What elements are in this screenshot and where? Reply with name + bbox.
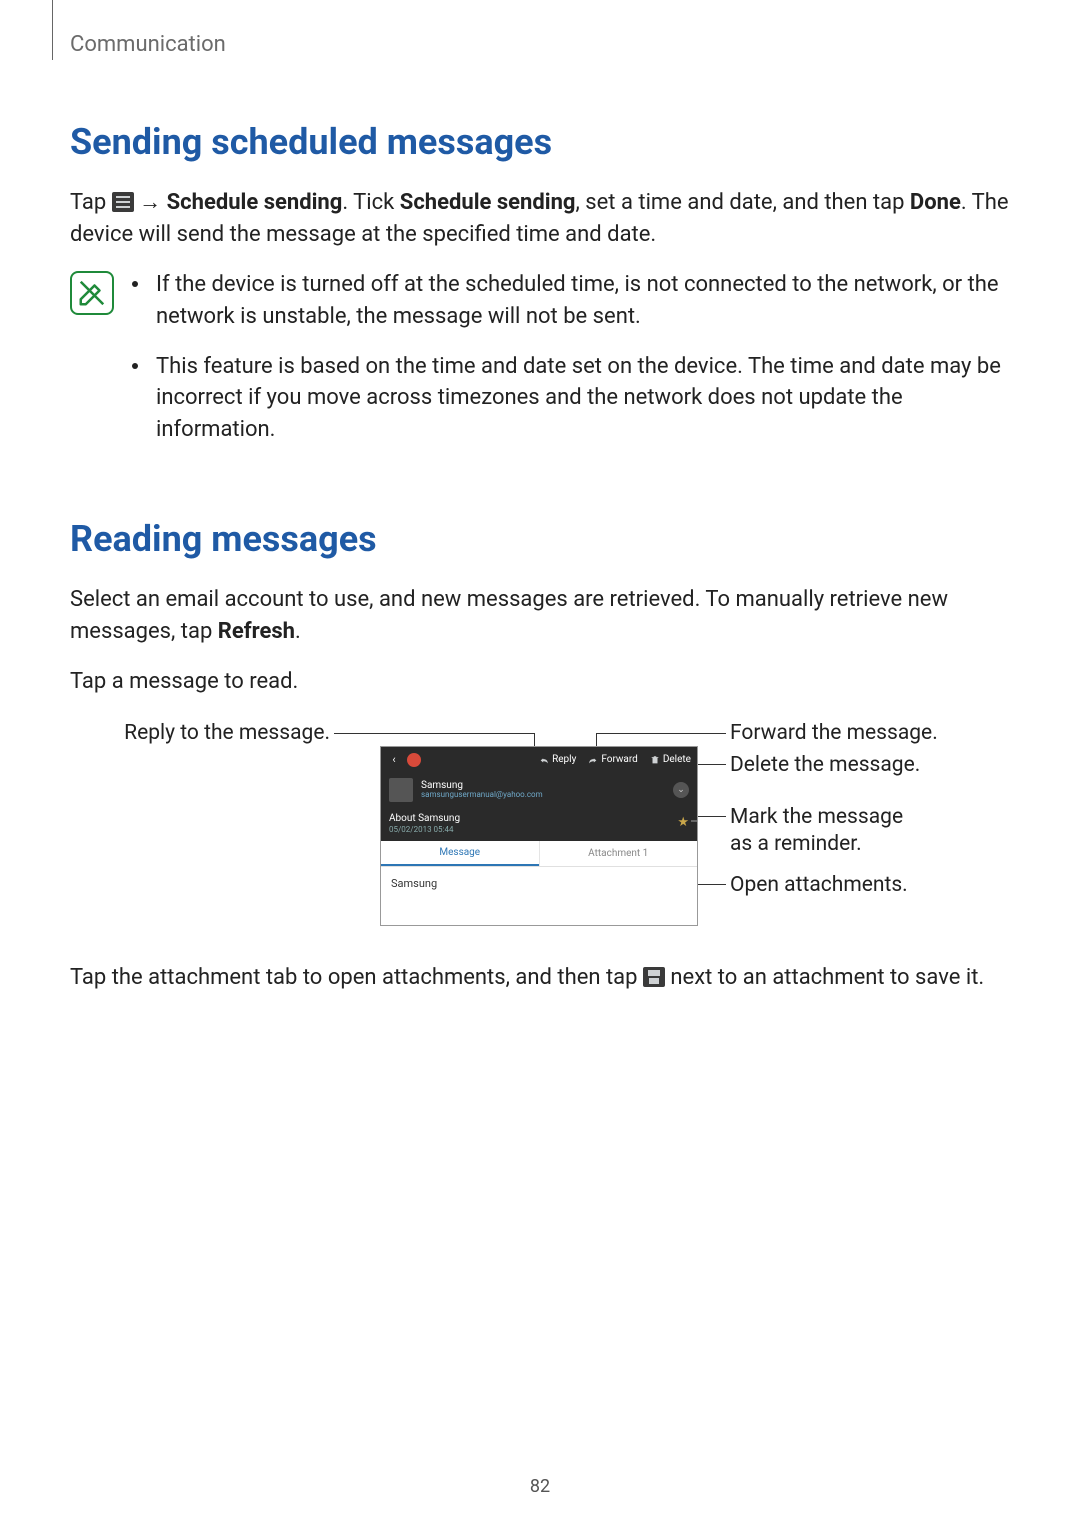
text: , set a time and date, and then tap xyxy=(576,190,910,215)
callout-mark-line1: Mark the message xyxy=(730,805,903,829)
star-icon[interactable]: ★ xyxy=(677,815,689,830)
message-tabs: Message Attachment 1 xyxy=(381,841,697,867)
page-number: 82 xyxy=(0,1476,1080,1497)
note-block: If the device is turned off at the sched… xyxy=(70,269,1010,464)
callout-reply: Reply to the message. xyxy=(110,720,330,747)
message-body: Samsung xyxy=(381,867,697,900)
delete-label: Delete xyxy=(663,754,691,765)
forward-button[interactable]: Forward xyxy=(582,754,644,765)
arrow-icon: → xyxy=(134,190,167,215)
running-head: Communication xyxy=(70,32,1010,57)
note-item-1: If the device is turned off at the sched… xyxy=(132,269,1010,333)
annotated-screenshot: Reply to the message. Forward the messag… xyxy=(70,716,1010,936)
subject-text: About Samsung xyxy=(389,812,460,825)
paragraph-tap-message: Tap a message to read. xyxy=(70,666,1010,698)
text: next to an attachment to save it. xyxy=(665,965,984,990)
forward-icon xyxy=(588,755,598,765)
callout-forward: Forward the message. xyxy=(730,720,938,747)
text: . xyxy=(295,619,301,644)
sender-row: Samsung samsungusermanual@yahoo.com ⌄ xyxy=(381,773,697,807)
reply-label: Reply xyxy=(552,754,576,765)
callout-mark-line2: as a reminder. xyxy=(730,832,862,856)
bold-refresh: Refresh xyxy=(218,619,295,644)
bold-done: Done xyxy=(910,190,961,215)
back-icon[interactable]: ‹ xyxy=(381,753,407,766)
subject-row: About Samsung 05/02/2013 05:44 ★ xyxy=(381,807,697,841)
expand-icon[interactable]: ⌄ xyxy=(673,782,689,798)
text: Tap the attachment tab to open attachmen… xyxy=(70,965,643,990)
tab-message[interactable]: Message xyxy=(381,841,539,866)
subject-date: 05/02/2013 05:44 xyxy=(389,825,460,835)
account-dot-icon[interactable] xyxy=(407,753,421,767)
paragraph-retrieve: Select an email account to use, and new … xyxy=(70,584,1010,648)
bold-schedule-sending-1: Schedule sending xyxy=(167,190,343,215)
forward-label: Forward xyxy=(601,754,638,765)
text: Select an email account to use, and new … xyxy=(70,587,948,644)
heading-sending-scheduled: Sending scheduled messages xyxy=(70,121,1010,163)
avatar xyxy=(389,778,413,802)
note-icon xyxy=(70,271,114,315)
bold-schedule-sending-2: Schedule sending xyxy=(400,190,576,215)
email-toolbar: ‹ Reply Forward Delete xyxy=(381,747,697,773)
menu-icon xyxy=(112,192,134,212)
email-screenshot: ‹ Reply Forward Delete Samsung xyxy=(380,746,698,926)
callout-delete: Delete the message. xyxy=(730,752,920,779)
text: . Tick xyxy=(342,190,399,215)
callout-open-attachments: Open attachments. xyxy=(730,872,908,899)
tab-attachment[interactable]: Attachment 1 xyxy=(539,841,698,866)
delete-button[interactable]: Delete xyxy=(644,754,697,765)
reply-icon xyxy=(539,755,549,765)
text: Tap xyxy=(70,190,112,215)
paragraph-schedule-sending: Tap → Schedule sending. Tick Schedule se… xyxy=(70,187,1010,251)
reply-button[interactable]: Reply xyxy=(533,754,582,765)
note-item-2: This feature is based on the time and da… xyxy=(132,351,1010,447)
sender-email: samsungusermanual@yahoo.com xyxy=(421,791,543,800)
paragraph-attachment-save: Tap the attachment tab to open attachmen… xyxy=(70,962,1010,994)
heading-reading-messages: Reading messages xyxy=(70,518,1010,560)
trash-icon xyxy=(650,755,660,765)
save-icon xyxy=(643,967,665,987)
